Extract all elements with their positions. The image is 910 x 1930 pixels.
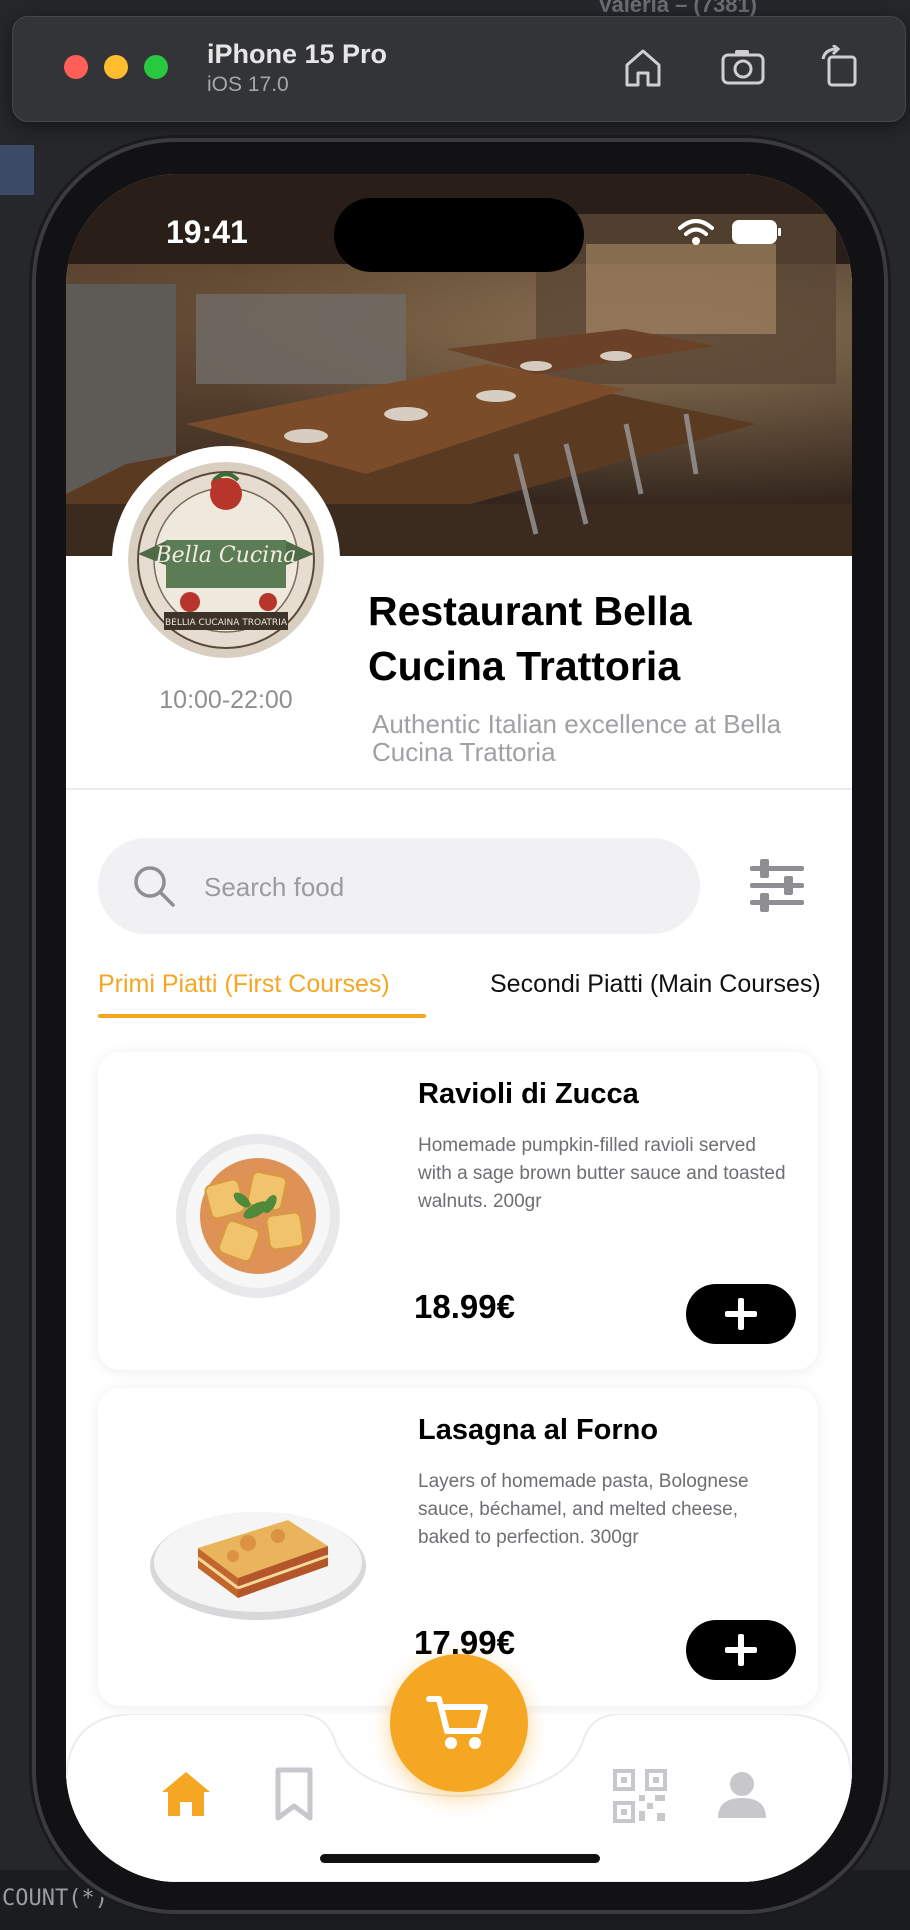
- close-window-button[interactable]: [64, 55, 88, 79]
- menu-item-description: Homemade pumpkin-filled ravioli served w…: [418, 1135, 786, 1212]
- background-panel: [0, 145, 34, 195]
- home-icon[interactable]: [619, 45, 667, 89]
- tab-main-courses[interactable]: Secondi Piatti (Main Courses): [490, 970, 821, 999]
- background-console-text: COUNT(*): [2, 1886, 108, 1911]
- restaurant-description: Authentic Italian excellence at Bella Cu…: [372, 709, 782, 767]
- home-indicator[interactable]: [320, 1854, 600, 1863]
- zoom-window-button[interactable]: [144, 55, 168, 79]
- menu-item-description: Layers of homemade pasta, Bolognese sauc…: [418, 1471, 749, 1548]
- simulator-title-bar: iPhone 15 Pro iOS 17.0: [12, 16, 906, 122]
- minimize-window-button[interactable]: [104, 55, 128, 79]
- cart-icon: [426, 1696, 488, 1749]
- menu-item-name: Lasagna al Forno: [418, 1414, 659, 1446]
- bookmark-icon[interactable]: [266, 1766, 322, 1822]
- active-tab-indicator: [98, 1014, 426, 1018]
- opening-hours: 10:00-22:00: [159, 686, 293, 714]
- simulator-device-name: iPhone 15 Pro: [207, 39, 388, 69]
- logo-subtext: BELLIA CUCAINA TROATRIA: [165, 618, 288, 628]
- dynamic-island: [334, 198, 584, 272]
- profile-icon[interactable]: [714, 1766, 770, 1822]
- search-input[interactable]: [202, 862, 666, 912]
- restaurant-name: Restaurant Bella Cucina Trattoria: [368, 588, 692, 689]
- battery-icon: [732, 220, 781, 244]
- status-bar-time: 19:41: [166, 214, 248, 250]
- rotate-icon[interactable]: [817, 43, 865, 89]
- plus-icon: [725, 1298, 757, 1330]
- ravioli-dish-image: [176, 1134, 340, 1298]
- menu-item-name: Ravioli di Zucca: [418, 1078, 639, 1110]
- plus-icon: [725, 1634, 757, 1666]
- filter-icon[interactable]: [746, 854, 808, 916]
- phone-screen: 19:41 Bella Cucina BELLIA CUCAINA TROATR…: [66, 174, 852, 1882]
- menu-item-price: 18.99€: [414, 1288, 515, 1325]
- cart-button[interactable]: [390, 1654, 528, 1792]
- lasagna-dish-image: [150, 1512, 366, 1620]
- tab-first-courses[interactable]: Primi Piatti (First Courses): [98, 970, 390, 999]
- restaurant-logo: Bella Cucina BELLIA CUCAINA TROATRIA: [128, 462, 324, 658]
- qr-code-icon[interactable]: [612, 1768, 668, 1824]
- search-icon: [134, 866, 175, 907]
- logo-text: Bella Cucina: [154, 543, 296, 568]
- header-divider: [66, 788, 852, 790]
- add-to-cart-button[interactable]: [686, 1284, 796, 1344]
- search-bar[interactable]: [98, 838, 700, 934]
- screenshot-icon[interactable]: [719, 45, 767, 89]
- add-to-cart-button[interactable]: [686, 1620, 796, 1680]
- home-icon[interactable]: [158, 1766, 214, 1822]
- wifi-icon: [678, 219, 714, 245]
- restaurant-logo-container: Bella Cucina BELLIA CUCAINA TROATRIA: [112, 446, 340, 674]
- simulator-os-version: iOS 17.0: [207, 73, 289, 96]
- menu-item-card[interactable]: Ravioli di Zucca Homemade pumpkin-filled…: [98, 1052, 818, 1370]
